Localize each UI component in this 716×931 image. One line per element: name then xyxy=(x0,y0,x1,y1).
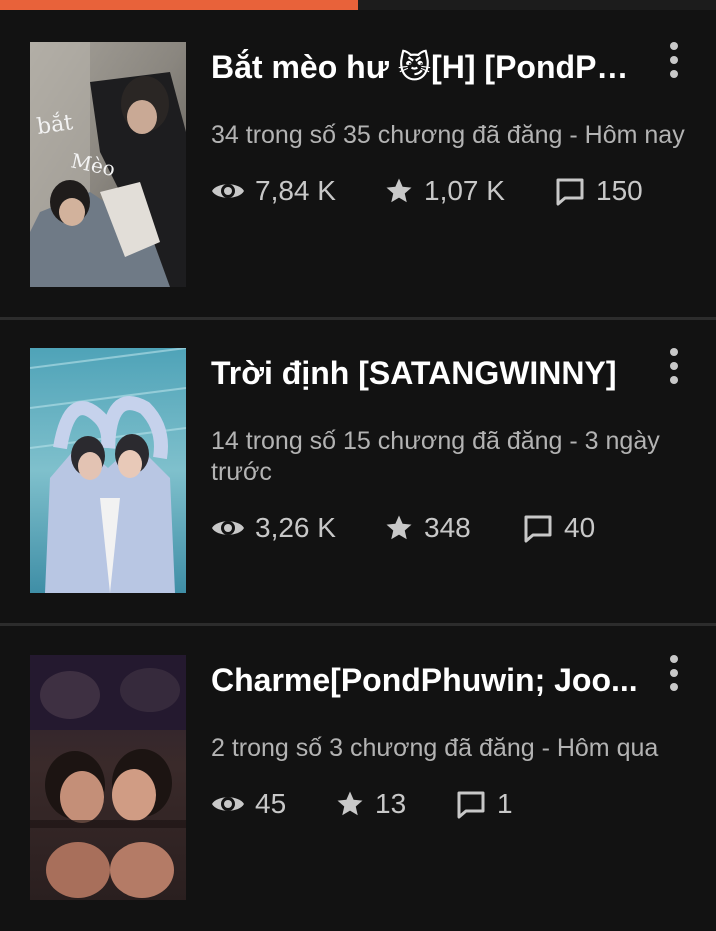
story-chapter-info: 34 trong số 35 chương đã đăng - Hôm nay xyxy=(211,121,685,149)
comments-stat: 40 xyxy=(522,508,595,548)
story-title[interactable]: Charme[PondPhuwin; Joo... xyxy=(211,660,641,700)
eye-icon xyxy=(212,797,244,811)
story-cover-image[interactable] xyxy=(30,655,186,900)
views-stat: 45 xyxy=(211,784,286,824)
divider xyxy=(0,623,716,626)
reading-progress-bar xyxy=(0,0,716,10)
reading-progress-fill xyxy=(0,0,358,10)
comment-icon xyxy=(556,178,584,206)
more-vertical-icon[interactable] xyxy=(660,346,688,386)
comments-count: 1 xyxy=(497,788,513,819)
cover-text-bat: bắt xyxy=(35,109,74,140)
story-item[interactable]: bắt Mèo Bắt mèo hư 😼[H] [PondPh... 34 tr… xyxy=(0,14,716,318)
comments-stat: 150 xyxy=(554,171,643,211)
eye-icon xyxy=(212,521,244,535)
star-icon xyxy=(386,515,412,540)
comment-icon xyxy=(524,515,552,543)
views-stat: 7,84 K xyxy=(211,171,336,211)
story-title[interactable]: Bắt mèo hư 😼[H] [PondPh... xyxy=(211,47,641,87)
star-icon xyxy=(386,178,412,203)
story-title[interactable]: Trời định [SATANGWINNY] xyxy=(211,353,641,393)
views-count: 3,26 K xyxy=(255,512,336,543)
story-item[interactable]: Charme[PondPhuwin; Joo... 2 trong số 3 c… xyxy=(0,627,716,931)
story-stats: 7,84 K 1,07 K 150 xyxy=(211,171,711,211)
story-cover-image[interactable]: bắt Mèo xyxy=(30,42,186,287)
comments-stat: 1 xyxy=(455,784,513,824)
more-vertical-icon[interactable] xyxy=(660,40,688,80)
votes-stat: 13 xyxy=(335,784,406,824)
story-stats: 3,26 K 348 40 xyxy=(211,508,711,548)
comments-count: 150 xyxy=(596,175,643,206)
votes-stat: 348 xyxy=(384,508,471,548)
views-count: 7,84 K xyxy=(255,175,336,206)
comments-count: 40 xyxy=(564,512,596,543)
votes-stat: 1,07 K xyxy=(384,171,505,211)
star-icon xyxy=(337,791,363,816)
story-item[interactable]: Trời định [SATANGWINNY] 14 trong số 15 c… xyxy=(0,320,716,624)
views-count: 45 xyxy=(255,788,287,819)
story-cover-image[interactable] xyxy=(30,348,186,593)
comment-icon xyxy=(457,791,485,819)
story-stats: 45 13 1 xyxy=(211,784,711,824)
views-stat: 3,26 K xyxy=(211,508,336,548)
more-vertical-icon[interactable] xyxy=(660,653,688,693)
story-chapter-info: 2 trong số 3 chương đã đăng - Hôm qua xyxy=(211,734,659,762)
story-chapter-info: 14 trong số 15 chương đã đăng - 3 ngày t… xyxy=(211,427,660,486)
eye-icon xyxy=(212,184,244,198)
votes-count: 348 xyxy=(424,512,471,543)
votes-count: 1,07 K xyxy=(424,175,505,206)
votes-count: 13 xyxy=(375,788,407,819)
